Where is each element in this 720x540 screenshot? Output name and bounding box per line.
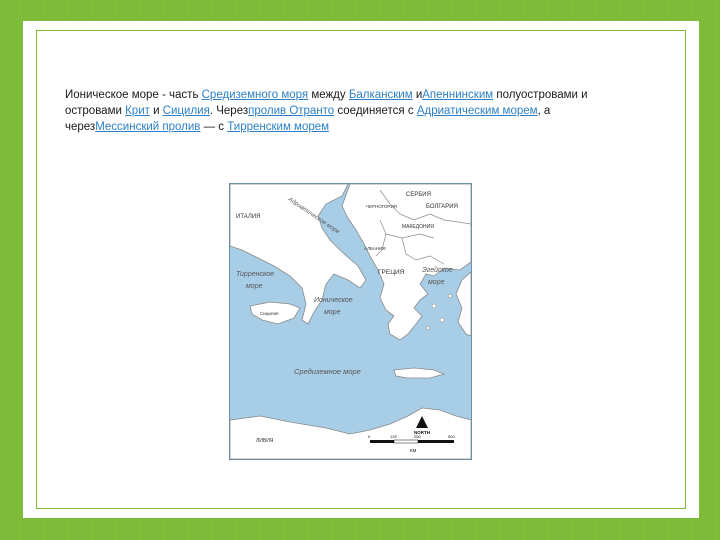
paragraph-link[interactable]: Крит	[125, 105, 150, 117]
map-scale-250: 250	[414, 434, 421, 439]
paragraph-link[interactable]: Тирренским морем	[227, 121, 329, 133]
map-label-macedonia: МАКЕДОНИЯ	[402, 224, 434, 230]
map-label-sicily: Сицилия	[260, 311, 279, 316]
map-scale-125: 125	[390, 434, 397, 439]
africa-land	[230, 407, 471, 459]
paragraph-link[interactable]: Адриатическим морем	[417, 105, 538, 117]
map-label-libya: ЛИВИЯ	[256, 438, 274, 444]
map-label-albania: АЛБАНИЯ	[364, 246, 386, 251]
map-km-label: КМ	[410, 448, 417, 453]
map-scale-500: 500	[448, 434, 455, 439]
paragraph-text: соединяется с	[334, 105, 417, 117]
paragraph-text: Ионическое море - часть	[65, 89, 202, 101]
paragraph-link[interactable]: Балканским	[349, 89, 413, 101]
map-label-aegean-1: Эгейское	[422, 266, 453, 274]
map-label-aegean-2: море	[428, 279, 445, 286]
paragraph-link[interactable]: Средиземного моря	[202, 89, 309, 101]
crete-land	[393, 367, 446, 379]
map-label-montenegro: ЧЕРНОГОРИЯ	[366, 204, 397, 209]
paragraph-text: . Через	[209, 105, 249, 117]
paragraph-link[interactable]: Апеннинским	[422, 89, 493, 101]
map-label-serbia: СЕРБИЯ	[406, 192, 431, 198]
map-label-italy: ИТАЛИЯ	[236, 214, 261, 220]
map-label-greece: ГРЕЦИЯ	[378, 269, 405, 276]
map-label-tyrrhenian-1: Тирренское	[236, 271, 274, 278]
slide-paragraph: Ионическое море - часть Средиземного мор…	[65, 87, 625, 135]
map-scale-bar	[370, 439, 454, 444]
ionian-sea-map: ИТАЛИЯ СЕРБИЯ ЧЕРНОГОРИЯ БОЛГАРИЯ МАКЕДО…	[229, 183, 472, 460]
map-label-ionian-1: Ионическое	[314, 297, 353, 304]
map-label-bulgaria: БОЛГАРИЯ	[426, 204, 458, 210]
paragraph-link[interactable]: пролив Отранто	[248, 105, 334, 117]
turkey-land	[455, 271, 471, 337]
paragraph-text: и	[412, 89, 423, 101]
map-label-tyrrhenian-2: море	[246, 283, 263, 290]
paragraph-text: — с	[200, 121, 228, 133]
paragraph-text: между	[308, 89, 349, 101]
map-label-ionian-2: море	[324, 309, 341, 316]
paragraph-text: и	[149, 105, 163, 117]
map-label-mediterranean: Средиземное море	[294, 367, 361, 376]
paragraph-link[interactable]: Сицилия	[163, 105, 210, 117]
paragraph-link[interactable]: Мессинский пролив	[95, 121, 200, 133]
map-svg: ИТАЛИЯ СЕРБИЯ ЧЕРНОГОРИЯ БОЛГАРИЯ МАКЕДО…	[230, 184, 471, 459]
